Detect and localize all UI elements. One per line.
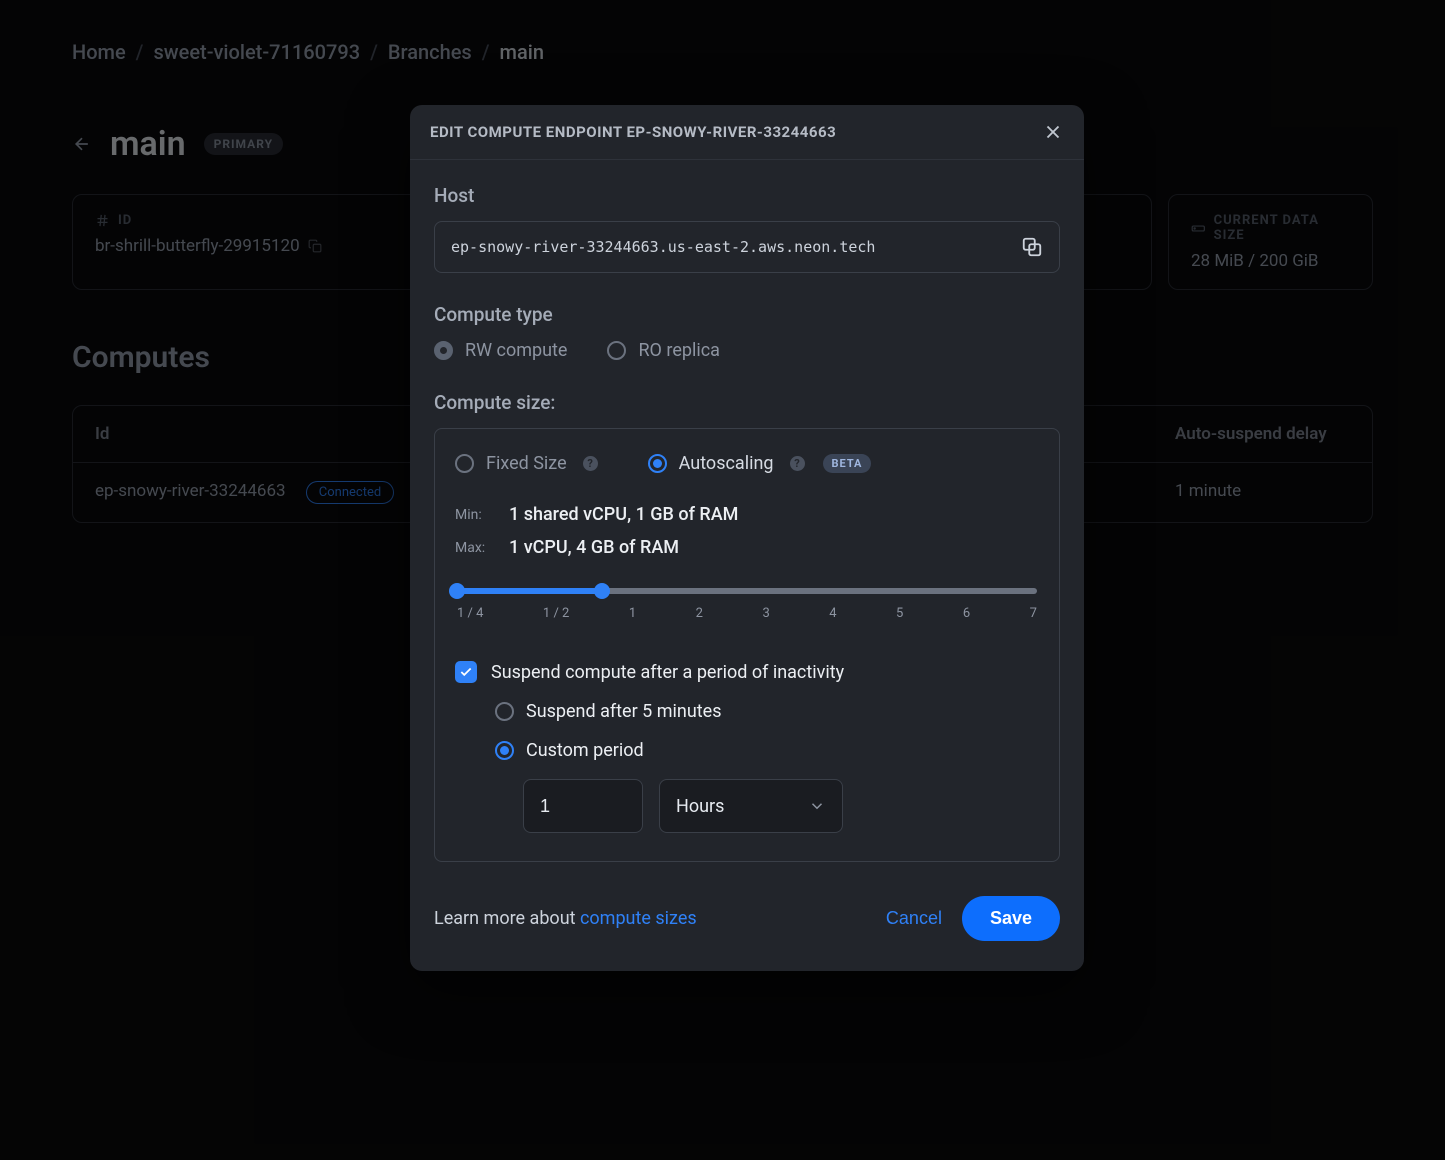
compute-type-radios: RW compute RO replica: [434, 340, 1060, 361]
period-value-input[interactable]: [523, 779, 643, 833]
radio-fixed-label: Fixed Size: [486, 453, 567, 474]
suspend-label: Suspend compute after a period of inacti…: [491, 662, 844, 683]
size-mode-radios: Fixed Size ? Autoscaling ? BETA: [455, 453, 1039, 474]
tick: 3: [762, 606, 769, 621]
suspend-checkbox[interactable]: [455, 661, 477, 683]
max-value: 1 vCPU, 4 GB of RAM: [509, 537, 679, 558]
radio-ro-label: RO replica: [638, 340, 720, 361]
radio-ro-replica[interactable]: RO replica: [607, 340, 720, 361]
help-icon[interactable]: ?: [790, 456, 805, 471]
slider-handle-max[interactable]: [594, 583, 610, 599]
modal-title: EDIT COMPUTE ENDPOINT EP-SNOWY-RIVER-332…: [430, 123, 836, 141]
suspend-5min-label: Suspend after 5 minutes: [526, 701, 722, 722]
radio-fixed-size[interactable]: Fixed Size ?: [455, 453, 598, 474]
host-label: Host: [434, 184, 1060, 207]
help-icon[interactable]: ?: [583, 456, 598, 471]
compute-size-box: Fixed Size ? Autoscaling ? BETA Min: 1 s…: [434, 428, 1060, 862]
radio-rw-compute[interactable]: RW compute: [434, 340, 567, 361]
compute-size-label: Compute size:: [434, 391, 1060, 414]
chevron-down-icon: [808, 797, 826, 815]
cancel-button[interactable]: Cancel: [886, 908, 942, 929]
tick: 4: [829, 606, 836, 621]
host-value: ep-snowy-river-33244663.us-east-2.aws.ne…: [451, 238, 875, 256]
custom-period-inputs: Hours: [523, 779, 1039, 833]
slider-handle-min[interactable]: [449, 583, 465, 599]
save-button[interactable]: Save: [962, 896, 1060, 941]
suspend-checkbox-row: Suspend compute after a period of inacti…: [455, 661, 1039, 683]
host-field: ep-snowy-river-33244663.us-east-2.aws.ne…: [434, 221, 1060, 273]
radio-suspend-custom[interactable]: Custom period: [495, 740, 1039, 761]
tick: 5: [896, 606, 903, 621]
modal-body: Host ep-snowy-river-33244663.us-east-2.a…: [410, 160, 1084, 870]
modal-header: EDIT COMPUTE ENDPOINT EP-SNOWY-RIVER-332…: [410, 105, 1084, 160]
learn-more: Learn more about compute sizes: [434, 908, 697, 929]
close-icon[interactable]: [1042, 121, 1064, 143]
radio-autoscaling[interactable]: Autoscaling ? BETA: [648, 453, 872, 474]
min-label: Min:: [455, 504, 491, 525]
tick: 7: [1030, 606, 1037, 621]
radio-rw-label: RW compute: [465, 340, 567, 361]
size-max-row: Max: 1 vCPU, 4 GB of RAM: [455, 537, 1039, 558]
modal-footer: Learn more about compute sizes Cancel Sa…: [410, 870, 1084, 971]
radio-suspend-5min[interactable]: Suspend after 5 minutes: [495, 701, 1039, 722]
period-unit-value: Hours: [676, 796, 724, 817]
min-value: 1 shared vCPU, 1 GB of RAM: [509, 504, 738, 525]
learn-more-link[interactable]: compute sizes: [580, 908, 697, 929]
suspend-custom-label: Custom period: [526, 740, 644, 761]
tick: 1: [629, 606, 636, 621]
edit-compute-modal: EDIT COMPUTE ENDPOINT EP-SNOWY-RIVER-332…: [410, 105, 1084, 971]
beta-badge: BETA: [823, 454, 872, 473]
tick: 6: [963, 606, 970, 621]
copy-icon[interactable]: [1021, 236, 1043, 258]
max-label: Max:: [455, 537, 491, 558]
radio-autoscaling-label: Autoscaling: [679, 453, 774, 474]
tick: 2: [696, 606, 703, 621]
size-min-row: Min: 1 shared vCPU, 1 GB of RAM: [455, 504, 1039, 525]
compute-type-label: Compute type: [434, 303, 1060, 326]
learn-more-prefix: Learn more about: [434, 908, 580, 929]
suspend-options: Suspend after 5 minutes Custom period: [495, 701, 1039, 761]
tick: 1 / 2: [543, 606, 569, 621]
size-slider[interactable]: 1 / 4 1 / 2 1 2 3 4 5 6 7: [455, 588, 1039, 621]
tick: 1 / 4: [457, 606, 483, 621]
slider-ticks: 1 / 4 1 / 2 1 2 3 4 5 6 7: [457, 606, 1037, 621]
period-unit-select[interactable]: Hours: [659, 779, 843, 833]
